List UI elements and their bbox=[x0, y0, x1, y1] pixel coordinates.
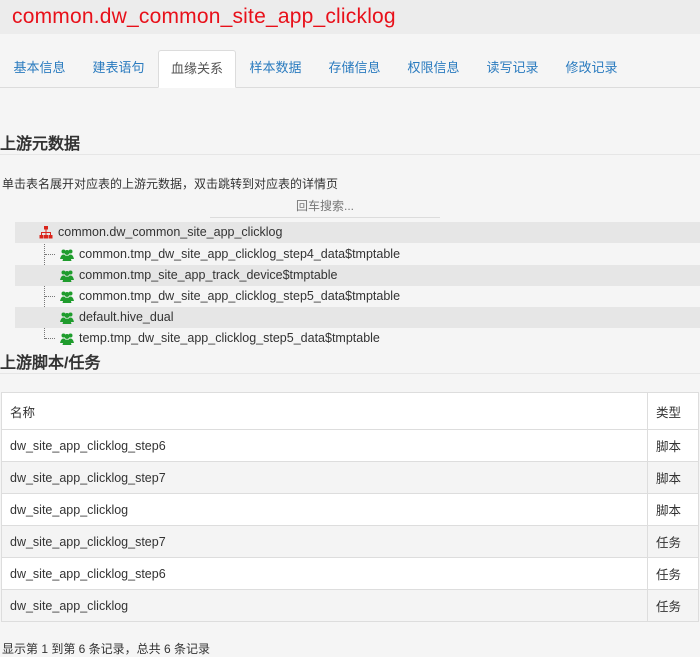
task-name-cell: dw_site_app_clicklog_step6 bbox=[1, 429, 648, 462]
tree-child-node[interactable]: common.tmp_site_app_track_device$tmptabl… bbox=[15, 265, 700, 286]
table-row[interactable]: dw_site_app_clicklog 任务 bbox=[1, 589, 699, 622]
tab-read-write-log[interactable]: 读写记录 bbox=[473, 50, 552, 87]
tab-lineage[interactable]: 血缘关系 bbox=[158, 50, 236, 88]
task-type-cell: 脚本 bbox=[647, 461, 699, 494]
users-icon bbox=[60, 270, 74, 282]
tree-child-node[interactable]: common.tmp_dw_site_app_clicklog_step5_da… bbox=[15, 286, 700, 307]
users-icon bbox=[60, 249, 74, 261]
tab-bar: 基本信息 建表语句 血缘关系 样本数据 存储信息 权限信息 读写记录 修改记录 bbox=[0, 50, 700, 88]
upstream-meta-heading: 上游元数据 bbox=[0, 136, 81, 153]
task-name-cell: dw_site_app_clicklog_step7 bbox=[1, 525, 648, 558]
tab-storage-info[interactable]: 存储信息 bbox=[315, 50, 394, 87]
sitemap-icon bbox=[39, 226, 53, 239]
users-icon bbox=[60, 291, 74, 303]
upstream-meta-hint: 单击表名展开对应表的上游元数据，双击跳转到对应表的详情页 bbox=[2, 177, 339, 191]
tab-sample-data[interactable]: 样本数据 bbox=[236, 50, 315, 87]
tree-child-label: common.tmp_dw_site_app_clicklog_step4_da… bbox=[79, 247, 401, 261]
lineage-search-input[interactable] bbox=[210, 195, 440, 218]
task-type-cell: 脚本 bbox=[647, 493, 699, 526]
table-row[interactable]: dw_site_app_clicklog_step7 脚本 bbox=[1, 461, 699, 494]
users-icon bbox=[60, 333, 74, 345]
tree-child-label: temp.tmp_dw_site_app_clicklog_step5_data… bbox=[79, 331, 380, 345]
table-row[interactable]: dw_site_app_clicklog_step6 脚本 bbox=[1, 429, 699, 462]
upstream-tasks-table: 名称 类型 dw_site_app_clicklog_step6 脚本 dw_s… bbox=[1, 392, 699, 622]
tree-child-label: common.tmp_dw_site_app_clicklog_step5_da… bbox=[79, 289, 401, 303]
tree-child-node[interactable]: temp.tmp_dw_site_app_clicklog_step5_data… bbox=[15, 328, 700, 349]
users-icon bbox=[60, 312, 74, 324]
tab-change-log[interactable]: 修改记录 bbox=[552, 50, 631, 87]
pagination-info: 显示第 1 到第 6 条记录，总共 6 条记录 bbox=[2, 642, 211, 656]
tree-root-label: common.dw_common_site_app_clicklog bbox=[58, 225, 283, 239]
page-title: common.dw_common_site_app_clicklog bbox=[12, 5, 396, 28]
task-name-cell: dw_site_app_clicklog bbox=[1, 589, 648, 622]
tree-child-label: common.tmp_site_app_track_device$tmptabl… bbox=[79, 268, 338, 282]
tab-create-statement[interactable]: 建表语句 bbox=[79, 50, 158, 87]
task-name-cell: dw_site_app_clicklog_step7 bbox=[1, 461, 648, 494]
tree-child-node[interactable]: common.tmp_dw_site_app_clicklog_step4_da… bbox=[15, 244, 700, 265]
tree-child-label: default.hive_dual bbox=[79, 310, 174, 324]
section-divider bbox=[0, 373, 700, 374]
upstream-tasks-heading: 上游脚本/任务 bbox=[0, 355, 101, 372]
task-type-cell: 任务 bbox=[647, 589, 699, 622]
section-divider bbox=[0, 154, 700, 155]
tab-permission-info[interactable]: 权限信息 bbox=[394, 50, 473, 87]
tree-child-node[interactable]: default.hive_dual bbox=[15, 307, 700, 328]
task-name-cell: dw_site_app_clicklog bbox=[1, 493, 648, 526]
table-row[interactable]: dw_site_app_clicklog_step6 任务 bbox=[1, 557, 699, 590]
tree-root-node[interactable]: common.dw_common_site_app_clicklog bbox=[15, 222, 700, 243]
task-type-cell: 任务 bbox=[647, 557, 699, 590]
table-header-row: 名称 类型 bbox=[1, 392, 699, 430]
task-type-cell: 任务 bbox=[647, 525, 699, 558]
title-bar: common.dw_common_site_app_clicklog bbox=[0, 0, 700, 34]
column-header-name[interactable]: 名称 bbox=[1, 392, 648, 430]
task-name-cell: dw_site_app_clicklog_step6 bbox=[1, 557, 648, 590]
table-row[interactable]: dw_site_app_clicklog_step7 任务 bbox=[1, 525, 699, 558]
table-row[interactable]: dw_site_app_clicklog 脚本 bbox=[1, 493, 699, 526]
column-header-type[interactable]: 类型 bbox=[647, 392, 699, 430]
task-type-cell: 脚本 bbox=[647, 429, 699, 462]
tab-basic-info[interactable]: 基本信息 bbox=[0, 50, 79, 87]
